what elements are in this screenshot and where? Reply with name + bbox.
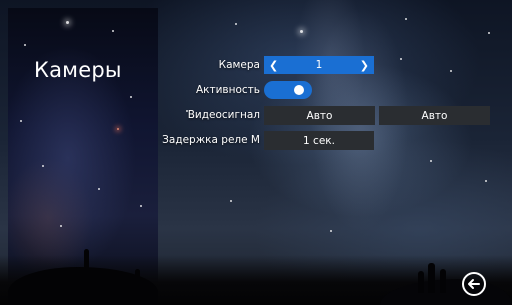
star: [24, 44, 26, 46]
camera-value: 1: [315, 59, 323, 71]
star: [405, 18, 407, 20]
camera-selector[interactable]: ❮ 1 ❯: [264, 56, 374, 74]
star: [117, 128, 119, 130]
person-silhouette: [135, 269, 140, 283]
back-button[interactable]: [462, 272, 486, 296]
back-arrow-icon: [468, 279, 480, 289]
person-silhouette: [440, 269, 446, 293]
video-signal-label: Видеосигнал: [187, 109, 260, 121]
activity-label: Активность: [195, 84, 260, 96]
chevron-right-icon[interactable]: ❯: [360, 60, 369, 71]
star: [330, 230, 332, 232]
star: [66, 21, 69, 24]
star: [112, 30, 114, 32]
video-signal-field-2[interactable]: Авто: [379, 106, 490, 125]
settings-screen: Камеры Камера ❮ 1 ❯ Активность Видеосигн…: [0, 0, 512, 305]
star: [300, 30, 303, 33]
page-title: Камеры: [34, 58, 122, 82]
star: [485, 180, 487, 182]
star: [450, 70, 452, 72]
video-signal-field-1[interactable]: Авто: [264, 106, 375, 125]
relay-delay-field[interactable]: 1 сек.: [264, 131, 374, 150]
star: [235, 23, 237, 25]
person-silhouette: [84, 249, 89, 275]
star: [130, 96, 132, 98]
star: [430, 160, 432, 162]
person-silhouette: [428, 263, 435, 293]
star: [140, 205, 142, 207]
activity-toggle[interactable]: [264, 81, 312, 99]
star: [488, 32, 490, 34]
star: [20, 120, 22, 122]
star: [98, 188, 100, 190]
person-silhouette: [418, 271, 424, 293]
star: [42, 165, 44, 167]
star: [230, 200, 232, 202]
chevron-left-icon[interactable]: ❮: [269, 60, 278, 71]
camera-label: Камера: [218, 59, 260, 71]
star: [60, 225, 62, 227]
toggle-knob: [294, 85, 304, 95]
star: [400, 58, 402, 60]
relay-delay-label: Задержка реле М: [162, 134, 260, 146]
